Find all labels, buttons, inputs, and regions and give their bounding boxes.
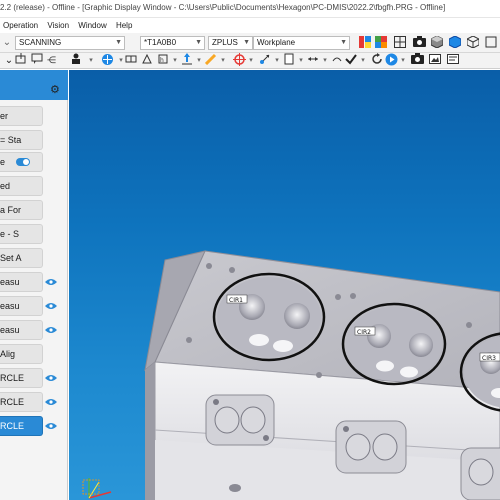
dropdown-arrow-icon: ▼	[115, 39, 122, 46]
dropdown-arrow-icon: ▼	[340, 39, 347, 46]
menu-bar: Operation Vision Window Help	[0, 18, 500, 33]
refresh-icon[interactable]	[370, 53, 384, 68]
box-icon[interactable]	[484, 36, 498, 51]
sidebar-item-label: RCLE	[0, 421, 25, 431]
sidebar-header: ⚙	[0, 70, 68, 100]
plane-value: ZPLUS	[212, 38, 238, 47]
mode-select-value: SCANNING	[19, 38, 62, 47]
sidebar-item-label: easu	[0, 301, 20, 311]
workplane-select[interactable]: Workplane ▼	[253, 36, 350, 50]
comment-icon[interactable]	[30, 53, 44, 68]
sidebar-item[interactable]: easu	[0, 320, 43, 340]
chevron-down-icon[interactable]: ⌄	[0, 35, 14, 50]
camera-icon[interactable]	[410, 53, 424, 68]
svg-text:h: h	[160, 57, 164, 64]
measure-icon[interactable]	[124, 53, 138, 68]
menu-operation[interactable]: Operation	[3, 18, 38, 33]
chevron-down-icon[interactable]: ▾	[396, 53, 410, 68]
solid-cube-icon[interactable]	[448, 35, 462, 51]
eye-icon[interactable]	[45, 422, 57, 430]
toggle-switch[interactable]	[16, 158, 30, 166]
sidebar-item-label: = Sta	[0, 135, 22, 145]
sidebar-item-label: e	[0, 157, 6, 167]
formula-icon[interactable]: ⋲	[46, 53, 60, 68]
probe-tip-select[interactable]: *T1A0B0 ▼	[140, 36, 205, 50]
sidebar-item-label: er	[0, 111, 9, 121]
sidebar-item[interactable]: RCLE	[0, 368, 43, 388]
sidebar-item[interactable]: RCLE	[0, 392, 43, 412]
sidebar-item-label: easu	[0, 277, 20, 287]
feature-label-cir2-text: CIR2	[357, 329, 371, 336]
menu-help[interactable]: Help	[116, 18, 132, 33]
sidebar-item-label: a For	[0, 205, 22, 215]
insert-icon[interactable]	[14, 53, 28, 68]
color-palette-icon[interactable]	[358, 36, 372, 51]
menu-window[interactable]: Window	[78, 18, 106, 33]
view-cube-icon[interactable]	[430, 35, 444, 51]
sidebar-item-label: e - S	[0, 229, 20, 239]
axis-trihedron	[82, 478, 112, 499]
move-icon[interactable]	[100, 53, 114, 68]
graphic-display-window[interactable]: CIR1 CIR2 CIR3	[69, 70, 500, 500]
sidebar-item-selected[interactable]: RCLE	[0, 416, 43, 436]
chevron-down-icon[interactable]: ▾	[356, 53, 370, 68]
sidebar-item[interactable]: easu	[0, 296, 43, 316]
settings-toolbar: ⌄ SCANNING ▼ *T1A0B0 ▼ ZPLUS ▼ Workplane…	[0, 33, 500, 53]
sidebar-item[interactable]: Set A	[0, 248, 43, 268]
window-title: 2.2 (release) - Offline - [Graphic Displ…	[0, 3, 446, 12]
program-sidebar: ⚙ er = Sta e ed a For e - S Set A easu e…	[0, 70, 68, 500]
sidebar-item-label: RCLE	[0, 397, 25, 407]
gear-icon[interactable]: ⚙	[50, 83, 60, 96]
wireframe-cube-icon[interactable]	[466, 35, 480, 51]
eye-icon[interactable]	[45, 278, 57, 286]
sidebar-item-label: Alig	[0, 349, 16, 359]
feature-label-cir1-text: CIR1	[229, 297, 243, 304]
workplane-value: Workplane	[257, 38, 296, 47]
sidebar-item-label: Set A	[0, 253, 22, 263]
eye-icon[interactable]	[45, 398, 57, 406]
sidebar-item-label: easu	[0, 325, 20, 335]
probe-tip-value: *T1A0B0	[144, 38, 177, 47]
dropdown-arrow-icon: ▼	[195, 39, 202, 46]
svg-text:⋲: ⋲	[47, 56, 56, 65]
sidebar-item[interactable]: er	[0, 106, 43, 126]
eye-icon[interactable]	[45, 374, 57, 382]
sidebar-item-label: ed	[0, 181, 11, 191]
sidebar-item[interactable]: a For	[0, 200, 43, 220]
cylinder-head-model[interactable]: CIR1 CIR2 CIR3	[69, 70, 500, 500]
feature-label-cir3-text: CIR3	[482, 355, 496, 362]
grid-icon[interactable]	[393, 36, 407, 51]
sidebar-item[interactable]: Alig	[0, 344, 43, 364]
feature-toolbar: ⌄ ⋲ ▾ ▾ h ▾ ▾ ▾ ▾ ▾ ▾ ▾ ▾ ▾	[0, 53, 500, 69]
sidebar-item[interactable]: ed	[0, 176, 43, 196]
mode-select[interactable]: SCANNING ▼	[15, 36, 125, 50]
sidebar-item[interactable]: easu	[0, 272, 43, 292]
chevron-down-icon[interactable]: ▾	[244, 53, 258, 68]
plane-select[interactable]: ZPLUS ▼	[208, 36, 253, 50]
user-probe-icon[interactable]	[70, 53, 84, 68]
construct-icon[interactable]	[140, 53, 154, 68]
palette-icon[interactable]	[374, 36, 388, 51]
sidebar-item-toggle[interactable]: e	[0, 152, 43, 172]
eye-icon[interactable]	[45, 326, 57, 334]
menu-vision[interactable]: Vision	[47, 18, 69, 33]
image-icon[interactable]	[428, 53, 442, 68]
window-title-bar: 2.2 (release) - Offline - [Graphic Displ…	[0, 0, 500, 18]
sidebar-item-label: RCLE	[0, 373, 25, 383]
chevron-down-icon[interactable]: ▾	[216, 53, 230, 68]
sidebar-item[interactable]: = Sta	[0, 130, 43, 150]
nudge-icon[interactable]	[330, 53, 344, 68]
dropdown-arrow-icon: ▼	[243, 39, 250, 46]
sidebar-item[interactable]: e - S	[0, 224, 43, 244]
report-icon[interactable]	[446, 53, 460, 68]
camera-icon[interactable]	[412, 36, 426, 51]
chevron-down-icon[interactable]: ▾	[84, 53, 98, 68]
eye-icon[interactable]	[45, 302, 57, 310]
